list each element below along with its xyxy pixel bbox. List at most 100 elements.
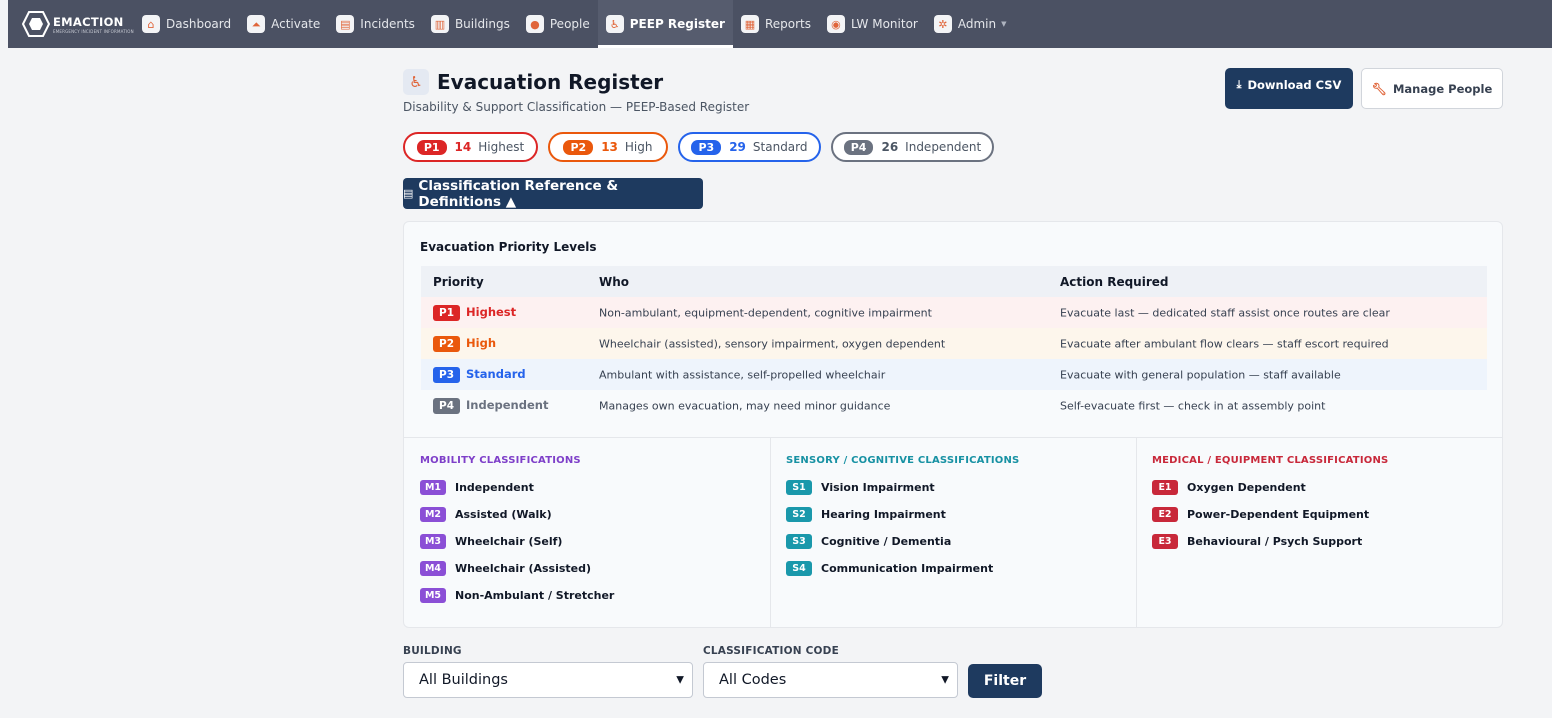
priority-levels-table: Priority Who Action Required P1 Highest N…: [421, 266, 1487, 421]
priority-count: 13: [601, 140, 618, 154]
classification-badge: M2: [420, 507, 446, 522]
filter-button[interactable]: Filter: [968, 664, 1042, 698]
gear-icon: ✲: [933, 15, 952, 33]
classification-label: Behavioural / Psych Support: [1187, 535, 1363, 548]
list-item: E3 Behavioural / Psych Support: [1152, 534, 1362, 549]
priority-label: Highest: [478, 140, 525, 154]
classification-badge: S2: [786, 507, 812, 522]
priority-badge: P1: [433, 304, 461, 321]
toggle-label: Classification Reference & Definitions ▲: [418, 177, 619, 210]
table-row: P3 Standard Ambulant with assistance, sel…: [421, 359, 1487, 390]
classification-label: Wheelchair (Assisted): [455, 562, 592, 575]
person-icon: ●: [525, 15, 544, 33]
manage-people-button[interactable]: 🔧︎ Manage People: [1361, 68, 1503, 109]
classification-label: Vision Impairment: [821, 481, 935, 494]
classification-code-select[interactable]: All Codes ▼: [703, 662, 958, 698]
classification-label: Cognitive / Dementia: [821, 535, 952, 548]
download-csv-button[interactable]: ⤓ Download CSV: [1225, 68, 1353, 109]
summary-pill-p4[interactable]: P4 26 Independent: [831, 132, 994, 162]
list-item: M4 Wheelchair (Assisted): [420, 561, 591, 576]
classification-badge: S1: [786, 480, 812, 495]
classification-label: Assisted (Walk): [455, 508, 552, 521]
building-filter-label: BUILDING: [403, 645, 462, 657]
table-row: P4 Independent Manages own evacuation, ma…: [421, 390, 1487, 421]
priority-cell: P1 Highest: [433, 304, 517, 321]
nav-item-lw-monitor[interactable]: ◉ LW Monitor: [819, 0, 926, 48]
nav-item-label: Buildings: [454, 17, 510, 31]
table-row: P1 Highest Non-ambulant, equipment-depend…: [421, 297, 1487, 328]
nav-item-label: People: [549, 17, 590, 31]
chart-icon: ▦: [740, 15, 759, 33]
priority-label: Highest: [466, 304, 517, 319]
list-item: S4 Communication Impairment: [786, 561, 993, 576]
action-cell: Evacuate after ambulant flow clears — st…: [1060, 337, 1389, 350]
priority-count: 29: [729, 140, 746, 154]
summary-pill-p2[interactable]: P2 13 High: [548, 132, 668, 162]
hexagon-logo-icon: [22, 11, 50, 37]
download-icon: ⤓: [1236, 78, 1242, 91]
nav-item-dashboard[interactable]: ⌂ Dashboard: [134, 0, 239, 48]
nav-item-admin[interactable]: ✲ Admin ▼: [926, 0, 1015, 48]
priority-label: Independent: [905, 140, 982, 154]
nav-item-peep-register[interactable]: ♿ PEEP Register: [597, 0, 734, 48]
list-item: S1 Vision Impairment: [786, 480, 935, 495]
nav-item-label: Dashboard: [166, 17, 232, 31]
priority-badge: P3: [433, 366, 461, 383]
nav-item-label: Incidents: [360, 17, 415, 31]
priority-label: Independent: [466, 397, 549, 412]
classification-badge: E2: [1152, 507, 1178, 522]
priority-count: 14: [454, 140, 472, 154]
home-icon: ⌂: [142, 15, 160, 33]
classification-label: Communication Impairment: [821, 562, 994, 575]
clipboard-icon: ▤: [403, 187, 414, 200]
nav-item-buildings[interactable]: ▥ Buildings: [423, 0, 518, 48]
list-item: E2 Power-Dependent Equipment: [1152, 507, 1369, 522]
medical-heading: MEDICAL / EQUIPMENT CLASSIFICATIONS: [1152, 455, 1389, 466]
classification-reference-toggle[interactable]: ▤ Classification Reference & Definitions…: [403, 177, 703, 210]
download-csv-label: Download CSV: [1247, 78, 1342, 92]
building-select[interactable]: All Buildings ▼: [403, 662, 693, 698]
mobility-heading: MOBILITY CLASSIFICATIONS: [420, 455, 581, 466]
classification-label: Hearing Impairment: [821, 508, 946, 521]
priority-cell: P4 Independent: [433, 397, 549, 414]
summary-pill-p3[interactable]: P3 29 Standard: [678, 132, 821, 162]
nav-item-reports[interactable]: ▦ Reports: [733, 0, 819, 48]
classification-reference-panel: Evacuation Priority Levels Priority Who …: [403, 221, 1503, 628]
classification-badge: S3: [786, 534, 812, 549]
nav-item-label: Activate: [271, 17, 321, 31]
nav-item-label: LW Monitor: [850, 17, 918, 31]
building-icon: ▥: [430, 15, 449, 33]
list-item: M3 Wheelchair (Self): [420, 534, 562, 549]
priority-cell: P3 Standard: [433, 366, 526, 383]
wheelchair-icon: ♿: [403, 69, 429, 95]
nav-item-activate[interactable]: ⏶ Activate: [239, 0, 328, 48]
wheelchair-icon: ♿: [605, 15, 624, 33]
nav-item-people[interactable]: ● People: [518, 0, 598, 48]
list-item: M5 Non-Ambulant / Stretcher: [420, 588, 614, 603]
nav-item-incidents[interactable]: ▤ Incidents: [328, 0, 423, 48]
classification-badge: S4: [786, 561, 812, 576]
list-item: E1 Oxygen Dependent: [1152, 480, 1306, 495]
medical-equipment-classifications: MEDICAL / EQUIPMENT CLASSIFICATIONS E1 Ox…: [1136, 438, 1502, 627]
who-cell: Ambulant with assistance, self-propelled…: [599, 368, 886, 381]
page-title: Evacuation Register: [437, 70, 664, 94]
nav-item-label: Admin: [957, 17, 997, 31]
signal-icon: ◉: [826, 15, 845, 33]
priority-badge: P1: [416, 139, 447, 155]
top-navbar: EMACTION EMERGENCY INCIDENT INFORMATION …: [8, 0, 1552, 48]
clipboard-icon: ▤: [336, 15, 355, 33]
who-cell: Wheelchair (assisted), sensory impairmen…: [599, 337, 946, 350]
column-header-action: Action Required: [1060, 274, 1169, 289]
column-header-who: Who: [599, 274, 630, 289]
chevron-down-icon: ▼: [1001, 20, 1007, 28]
table-header-row: Priority Who Action Required: [421, 266, 1487, 297]
summary-pill-p1[interactable]: P1 14 Highest: [403, 132, 538, 162]
classification-badge: M3: [420, 534, 446, 549]
classification-label: Non-Ambulant / Stretcher: [455, 589, 615, 602]
brand-logo[interactable]: EMACTION EMERGENCY INCIDENT INFORMATION: [22, 11, 134, 37]
priority-count: 26: [881, 140, 899, 154]
who-cell: Manages own evacuation, may need minor g…: [599, 399, 891, 412]
priority-label: Standard: [466, 366, 526, 381]
classification-badge: M4: [420, 561, 446, 576]
nav-item-label: Reports: [764, 17, 811, 31]
